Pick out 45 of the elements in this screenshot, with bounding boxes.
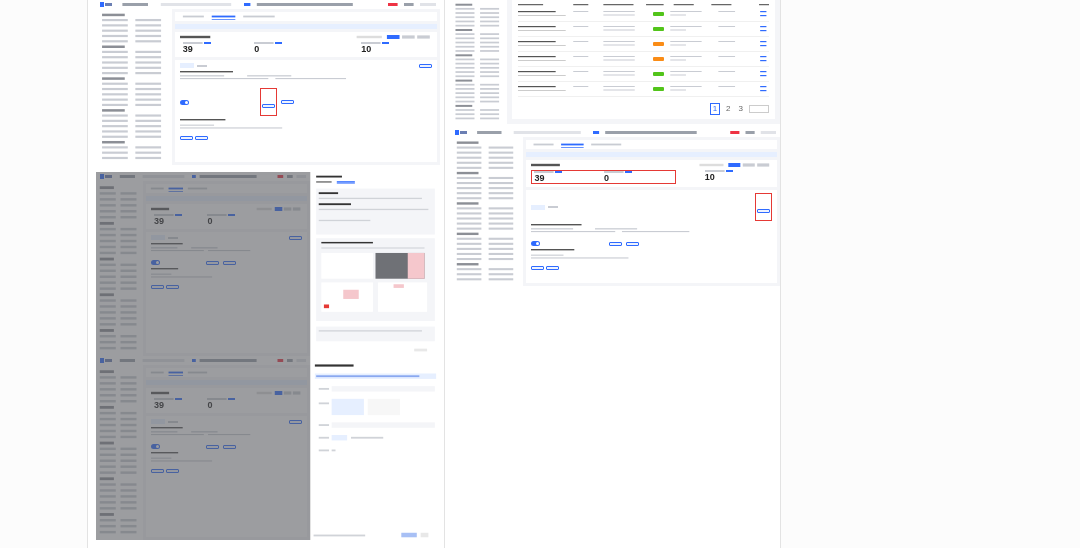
outline-button[interactable]: [280, 100, 294, 104]
stat-value: 0: [207, 217, 214, 226]
outline-button[interactable]: [531, 266, 545, 270]
outline-button[interactable]: [261, 104, 275, 108]
toggle-switch[interactable]: [151, 444, 161, 449]
outline-button[interactable]: [205, 260, 219, 265]
toggle-switch[interactable]: [179, 99, 189, 105]
stat-value: 0: [254, 45, 261, 54]
outline-button[interactable]: [179, 136, 193, 140]
logo-icon: [100, 174, 112, 179]
outline-button[interactable]: [222, 444, 236, 449]
stat-value: 0: [207, 401, 214, 410]
outline-button[interactable]: [546, 266, 560, 270]
page-button[interactable]: 1: [709, 103, 721, 115]
logo-icon: [100, 2, 112, 7]
outline-button[interactable]: [222, 260, 236, 265]
page-size-select[interactable]: [749, 105, 769, 113]
outline-button[interactable]: [194, 136, 208, 140]
stat-value: 39: [182, 45, 194, 54]
outline-button[interactable]: [151, 285, 165, 289]
tab-label-drawing: [196, 64, 207, 67]
outline-button[interactable]: [289, 419, 302, 424]
outline-button[interactable]: [608, 241, 622, 246]
toggle-switch[interactable]: [531, 241, 541, 246]
logo-icon: [100, 358, 112, 363]
tab-pill[interactable]: [531, 204, 546, 210]
toggle-switch[interactable]: [151, 260, 161, 265]
outline-button[interactable]: [419, 63, 432, 68]
page-button[interactable]: 2: [724, 104, 733, 114]
stat-value: 10: [704, 173, 716, 182]
outline-button[interactable]: [166, 285, 180, 289]
stat-value: 10: [361, 45, 373, 54]
outline-button[interactable]: [757, 209, 770, 213]
outline-button[interactable]: [166, 469, 180, 473]
outline-button[interactable]: [289, 235, 302, 240]
logo-icon: [455, 130, 467, 135]
stat-value: 0: [603, 174, 610, 183]
tab-pill[interactable]: [179, 63, 194, 68]
outline-button[interactable]: [151, 469, 165, 473]
page-button[interactable]: 3: [736, 104, 745, 114]
outline-button[interactable]: [205, 444, 219, 449]
stat-value: 39: [534, 174, 546, 183]
stat-value: 39: [154, 217, 166, 226]
outline-button[interactable]: [625, 241, 639, 246]
stat-value: 39: [154, 401, 166, 410]
